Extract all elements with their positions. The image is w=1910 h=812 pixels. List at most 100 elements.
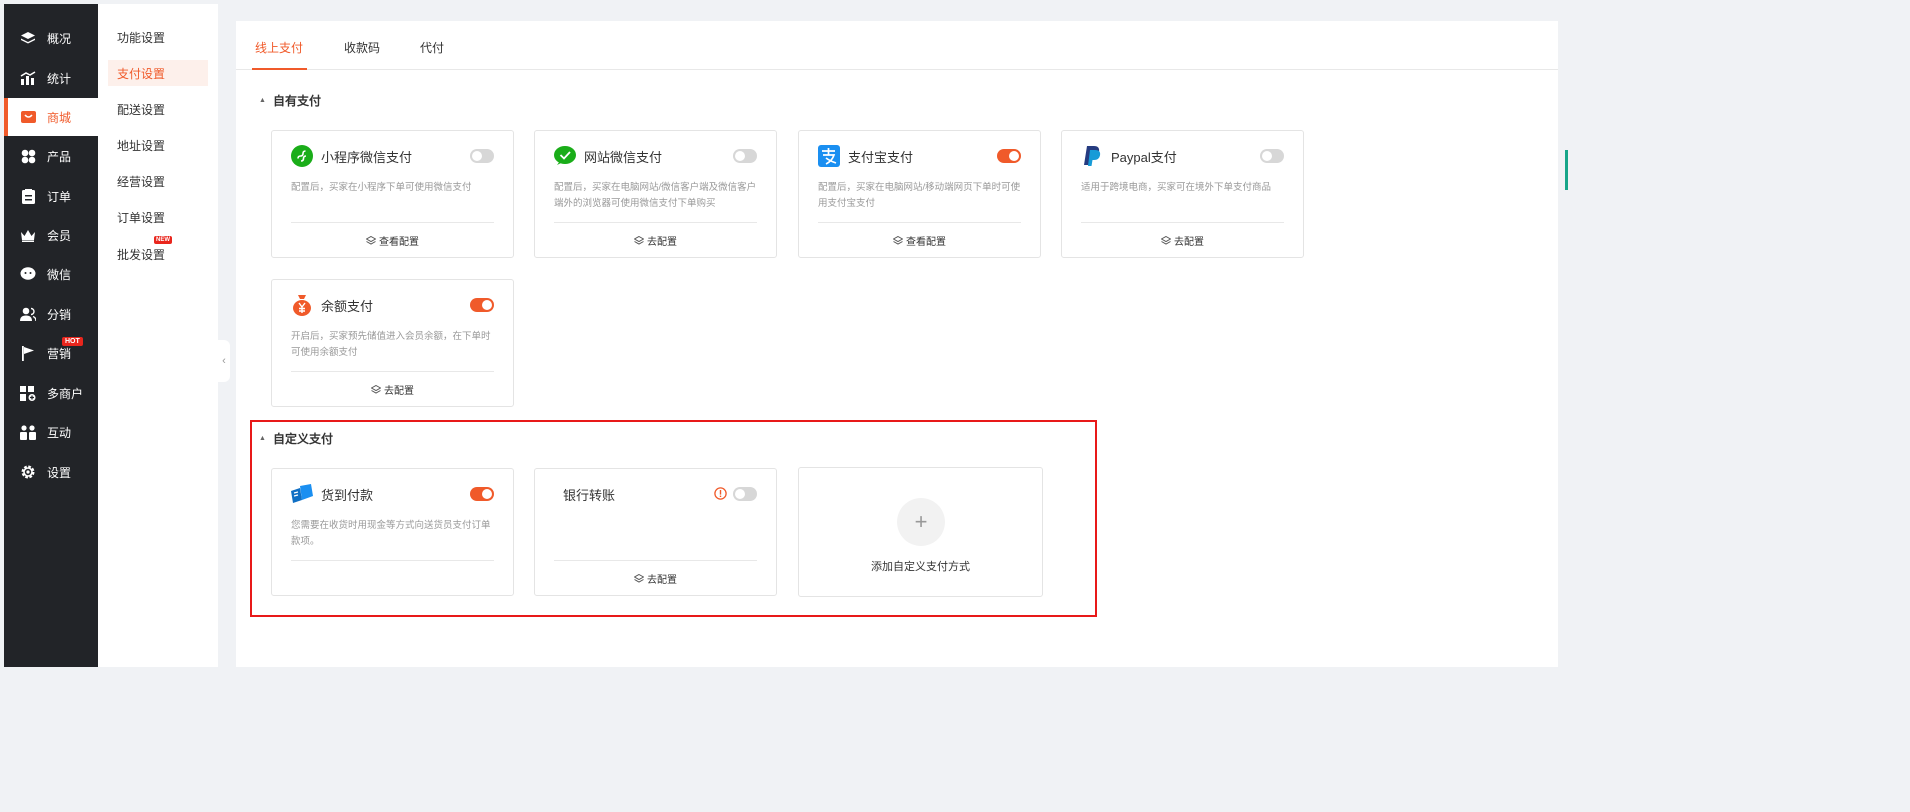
nav-item-marketing[interactable]: 营销 HOT xyxy=(4,334,98,372)
enable-toggle[interactable] xyxy=(733,149,757,163)
main-panel: 线上支付 收款码 代付 ▲ 自有支付 小程序微信支付 配置后，买家在小程序下单可… xyxy=(236,21,1558,667)
configure-button[interactable]: 去配置 xyxy=(535,233,776,248)
interaction-icon xyxy=(20,424,36,440)
wechat-icon xyxy=(20,266,36,282)
configure-button[interactable]: 去配置 xyxy=(272,382,513,397)
nav-item-member[interactable]: 会员 xyxy=(4,216,98,254)
subnav-item-address-settings[interactable]: 地址设置 xyxy=(108,132,208,158)
nav-label: 多商户 xyxy=(47,386,84,401)
payment-card-cash-on-delivery: 货到付款 您需要在收货时用现金等方式向送货员支付订单款项。 xyxy=(271,468,514,596)
configure-button[interactable]: 去配置 xyxy=(1062,233,1303,248)
nav-label: 互动 xyxy=(47,425,72,440)
nav-item-mall[interactable]: 商城 xyxy=(4,98,98,136)
collapse-sidebar-button[interactable]: ‹ xyxy=(218,340,230,382)
payment-card-bank-transfer: 银行转账 去配置 xyxy=(534,468,777,596)
subnav-item-order-settings[interactable]: 订单设置 xyxy=(108,204,208,230)
enable-toggle[interactable] xyxy=(1260,149,1284,163)
nav-item-distribution[interactable]: 分销 xyxy=(4,295,98,333)
scrollbar-thumb[interactable] xyxy=(1565,150,1568,190)
nav-label: 分销 xyxy=(47,307,72,322)
enable-toggle[interactable] xyxy=(470,298,494,312)
card-header: 小程序微信支付 xyxy=(291,145,412,167)
payment-name: 小程序微信支付 xyxy=(321,149,413,165)
plus-icon: + xyxy=(897,498,945,546)
section-custom-payment[interactable]: ▲ 自定义支付 xyxy=(259,430,333,447)
nav-item-multi-merchant[interactable]: 多商户 xyxy=(4,374,98,412)
warning-icon[interactable] xyxy=(714,487,727,500)
nav-item-overview[interactable]: 概况 xyxy=(4,19,98,57)
view-config-button[interactable]: 查看配置 xyxy=(272,233,513,248)
action-label: 去配置 xyxy=(1174,237,1204,248)
section-title: 自有支付 xyxy=(272,94,321,108)
nav-label: 订单 xyxy=(47,189,72,204)
payment-name: 支付宝支付 xyxy=(848,149,914,165)
payment-card-website-wechat: 网站微信支付 配置后，买家在电脑网站/微信客户端及微信客户端外的浏览器可使用微信… xyxy=(534,130,777,258)
layers-icon xyxy=(366,236,376,245)
subnav-item-feature-settings[interactable]: 功能设置 xyxy=(108,24,208,50)
card-header: Paypal支付 xyxy=(1081,145,1177,167)
layers-icon xyxy=(634,236,644,245)
subnav-label: 批发设置 xyxy=(117,247,166,262)
payment-description: 配置后，买家在电脑网站/移动端网页下单时可使用支付宝支付 xyxy=(818,182,1021,209)
subnav-item-payment-settings[interactable]: 支付设置 xyxy=(108,60,208,86)
nav-label: 营销 xyxy=(47,346,72,361)
card-header: 余额支付 xyxy=(291,294,373,316)
add-custom-label: 添加自定义支付方式 xyxy=(871,561,970,573)
payment-card-balance: 余额支付 开启后，买家预先储值进入会员余额，在下单时可使用余额支付 去配置 xyxy=(271,279,514,407)
cod-box-icon xyxy=(291,483,313,505)
enable-toggle[interactable] xyxy=(733,487,757,501)
section-title: 自定义支付 xyxy=(272,432,333,446)
nav-label: 产品 xyxy=(47,149,72,164)
card-header: 支付宝支付 xyxy=(818,145,913,167)
nav-item-order[interactable]: 订单 xyxy=(4,177,98,215)
nav-item-wechat[interactable]: 微信 xyxy=(4,255,98,293)
enable-toggle[interactable] xyxy=(470,487,494,501)
enable-toggle[interactable] xyxy=(470,149,494,163)
enable-toggle[interactable] xyxy=(997,149,1021,163)
subnav-item-business-settings[interactable]: 经营设置 xyxy=(108,168,208,194)
subnav-item-wholesale-settings[interactable]: 批发设置 NEW xyxy=(108,236,208,267)
tab-payment-code[interactable]: 收款码 xyxy=(344,39,380,56)
tab-online-payment[interactable]: 线上支付 xyxy=(255,39,303,56)
layers-icon xyxy=(1161,236,1171,245)
configure-button[interactable]: 去配置 xyxy=(535,571,776,586)
view-config-button[interactable]: 查看配置 xyxy=(799,233,1040,248)
chevron-left-icon: ‹ xyxy=(222,355,226,367)
divider xyxy=(554,560,757,561)
collapse-triangle-icon: ▲ xyxy=(259,97,266,104)
nav-label: 商城 xyxy=(47,110,72,125)
payment-description: 适用于跨境电商，买家可在境外下单支付商品 xyxy=(1081,182,1272,193)
divider xyxy=(554,222,757,223)
add-custom-payment-button[interactable]: + 添加自定义支付方式 xyxy=(798,467,1043,597)
payment-name: 银行转账 xyxy=(563,487,616,503)
active-tab-indicator xyxy=(252,68,307,70)
payment-name: 余额支付 xyxy=(321,298,374,314)
wechat-pay-icon xyxy=(554,145,576,167)
nav-item-product[interactable]: 产品 xyxy=(4,137,98,175)
nav-label: 概况 xyxy=(47,31,72,46)
mini-program-icon xyxy=(291,145,313,167)
subnav-item-delivery-settings[interactable]: 配送设置 xyxy=(108,96,208,122)
payment-tabs: 线上支付 收款码 代付 xyxy=(236,21,1558,70)
payment-card-paypal: Paypal支付 适用于跨境电商，买家可在境外下单支付商品 去配置 xyxy=(1061,130,1304,258)
new-badge: NEW xyxy=(154,236,172,244)
card-header: 网站微信支付 xyxy=(554,145,662,167)
nav-item-settings[interactable]: 设置 xyxy=(4,453,98,491)
payment-description: 配置后，买家在电脑网站/微信客户端及微信客户端外的浏览器可使用微信支付下单购买 xyxy=(554,182,757,209)
action-label: 查看配置 xyxy=(906,237,946,248)
tab-pay-for-others[interactable]: 代付 xyxy=(420,39,444,56)
nav-label: 会员 xyxy=(47,228,72,243)
nav-label: 微信 xyxy=(47,267,72,282)
payment-card-mini-program-wechat: 小程序微信支付 配置后，买家在小程序下单可使用微信支付 查看配置 xyxy=(271,130,514,258)
layers-icon xyxy=(20,30,36,46)
nav-item-interaction[interactable]: 互动 xyxy=(4,413,98,451)
stats-icon xyxy=(20,70,36,86)
payment-description: 开启后，买家预先储值进入会员余额，在下单时可使用余额支付 xyxy=(291,331,491,358)
action-label: 去配置 xyxy=(647,575,677,586)
card-header: 银行转账 xyxy=(563,483,615,505)
users-icon xyxy=(20,306,36,322)
hot-badge: HOT xyxy=(62,337,83,346)
gear-icon xyxy=(20,464,36,480)
nav-item-stats[interactable]: 统计 xyxy=(4,59,98,97)
section-own-payment[interactable]: ▲ 自有支付 xyxy=(259,92,321,109)
